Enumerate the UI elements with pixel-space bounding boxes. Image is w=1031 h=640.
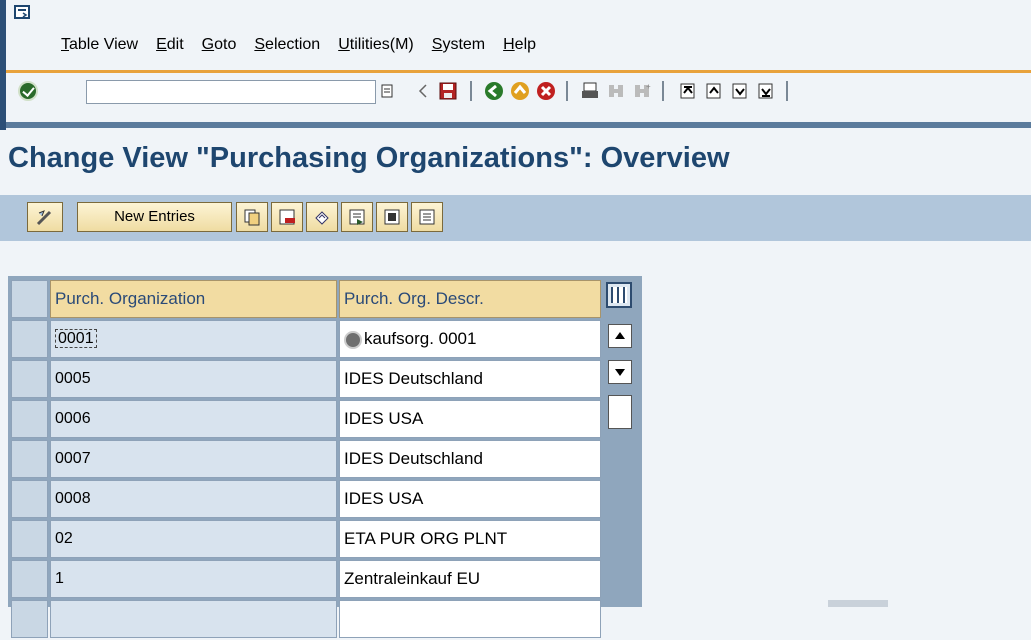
purch-org-descr-cell[interactable]: ETA PUR ORG PLNT: [339, 520, 601, 558]
toolbar-separator: [470, 81, 472, 101]
toolbar-bottom-border: [6, 122, 1031, 128]
standard-toolbar: +: [6, 73, 1031, 123]
back-icon[interactable]: [484, 81, 504, 101]
toolbar-separator: [566, 81, 568, 101]
table-header-row: Purch. Organization Purch. Org. Descr.: [8, 280, 606, 320]
menu-goto[interactable]: Goto: [202, 36, 237, 54]
table-row: [8, 600, 606, 640]
print-icon[interactable]: [580, 81, 600, 101]
partial-element: [828, 600, 888, 607]
purch-org-descr-cell[interactable]: IDES USA: [339, 480, 601, 518]
table-row: 0006 IDES USA: [8, 400, 606, 440]
purch-org-cell[interactable]: 1: [50, 560, 337, 598]
select-all-rows-cell[interactable]: [11, 280, 48, 318]
menu-utilities[interactable]: Utilities(M): [338, 36, 414, 54]
menu-system[interactable]: System: [432, 36, 485, 54]
menu-help[interactable]: Help: [503, 36, 536, 54]
purch-org-cell[interactable]: 0006: [50, 400, 337, 438]
row-selector[interactable]: [11, 400, 48, 438]
table-row: 0005 IDES Deutschland: [8, 360, 606, 400]
back-arrow-icon[interactable]: [414, 81, 434, 101]
purch-org-cell[interactable]: 0007: [50, 440, 337, 478]
row-selector[interactable]: [11, 440, 48, 478]
purch-org-value: 0001: [55, 329, 97, 348]
previous-page-icon[interactable]: [704, 81, 724, 101]
find-icon[interactable]: [606, 81, 626, 101]
save-icon[interactable]: [438, 81, 458, 101]
purch-org-cell[interactable]: 0001: [50, 320, 337, 358]
select-all-icon: [349, 209, 365, 225]
table-row: 0001 kaufsorg. 0001: [8, 320, 606, 360]
row-selector[interactable]: [11, 320, 48, 358]
copy-as-icon: [244, 209, 260, 226]
column-header-purch-org-descr[interactable]: Purch. Org. Descr.: [339, 280, 601, 318]
display-change-icon: [36, 210, 52, 226]
deselect-all-button[interactable]: [411, 202, 443, 232]
menu-bar: Table View Edit Goto Selection Utilities…: [6, 0, 1031, 72]
command-dropdown-icon[interactable]: [380, 83, 394, 99]
table-row: 0008 IDES USA: [8, 480, 606, 520]
purch-org-descr-cell[interactable]: kaufsorg. 0001: [339, 320, 601, 358]
table-row: 0007 IDES Deutschland: [8, 440, 606, 480]
page-title: Change View "Purchasing Organizations": …: [8, 142, 730, 174]
undo-change-icon: [315, 211, 329, 225]
purch-org-descr-cell[interactable]: IDES Deutschland: [339, 440, 601, 478]
toolbar-separator: [786, 81, 788, 101]
scroll-thumb[interactable]: [608, 395, 632, 429]
last-page-icon[interactable]: [756, 81, 776, 101]
exit-icon[interactable]: [510, 81, 530, 101]
purch-org-descr-cell[interactable]: Zentraleinkauf EU: [339, 560, 601, 598]
new-entries-button[interactable]: New Entries: [77, 202, 232, 232]
enter-icon[interactable]: [18, 81, 38, 101]
purch-org-cell[interactable]: 0008: [50, 480, 337, 518]
column-settings-icon[interactable]: [606, 282, 632, 308]
command-field[interactable]: [86, 80, 376, 104]
system-menu-icon[interactable]: [14, 5, 30, 19]
menu-edit[interactable]: Edit: [156, 36, 184, 54]
purch-org-cell[interactable]: 02: [50, 520, 337, 558]
column-header-purch-org[interactable]: Purch. Organization: [50, 280, 337, 318]
purch-org-descr-value: kaufsorg. 0001: [364, 329, 477, 348]
undo-change-button[interactable]: [306, 202, 338, 232]
first-page-icon[interactable]: [678, 81, 698, 101]
find-next-icon[interactable]: +: [632, 81, 652, 101]
purch-org-descr-cell[interactable]: [339, 600, 601, 638]
select-all-button[interactable]: [341, 202, 373, 232]
vertical-scrollbar[interactable]: [606, 320, 634, 607]
row-selector[interactable]: [11, 480, 48, 518]
toolbar-separator: [662, 81, 664, 101]
menu-table-view[interactable]: Table View: [61, 36, 138, 54]
table-control: Purch. Organization Purch. Org. Descr. 0…: [8, 276, 642, 638]
arrow-down-icon: [615, 369, 625, 376]
deselect-all-icon: [419, 209, 435, 225]
tooltip-lens-icon: [344, 330, 362, 349]
display-change-button[interactable]: [27, 202, 63, 232]
purch-org-descr-cell[interactable]: IDES Deutschland: [339, 360, 601, 398]
delete-icon: [279, 209, 295, 225]
row-selector[interactable]: [11, 560, 48, 598]
table-row: 1 Zentraleinkauf EU: [8, 560, 606, 600]
purch-org-descr-cell[interactable]: IDES USA: [339, 400, 601, 438]
table-row: 02 ETA PUR ORG PLNT: [8, 520, 606, 560]
select-block-button[interactable]: [376, 202, 408, 232]
next-page-icon[interactable]: [730, 81, 750, 101]
row-selector[interactable]: [11, 520, 48, 558]
delete-button[interactable]: [271, 202, 303, 232]
scroll-down-button[interactable]: [608, 360, 632, 384]
purch-org-cell[interactable]: 0005: [50, 360, 337, 398]
row-selector[interactable]: [11, 600, 48, 638]
row-selector[interactable]: [11, 360, 48, 398]
copy-as-button[interactable]: [236, 202, 268, 232]
menu-selection[interactable]: Selection: [254, 36, 320, 54]
arrow-up-icon: [615, 332, 625, 339]
purch-org-cell[interactable]: [50, 600, 337, 638]
select-block-icon: [384, 209, 400, 225]
scroll-up-button[interactable]: [608, 324, 632, 348]
application-toolbar: New Entries: [0, 195, 1031, 241]
svg-text:+: +: [646, 82, 651, 91]
cancel-icon[interactable]: [536, 81, 556, 101]
